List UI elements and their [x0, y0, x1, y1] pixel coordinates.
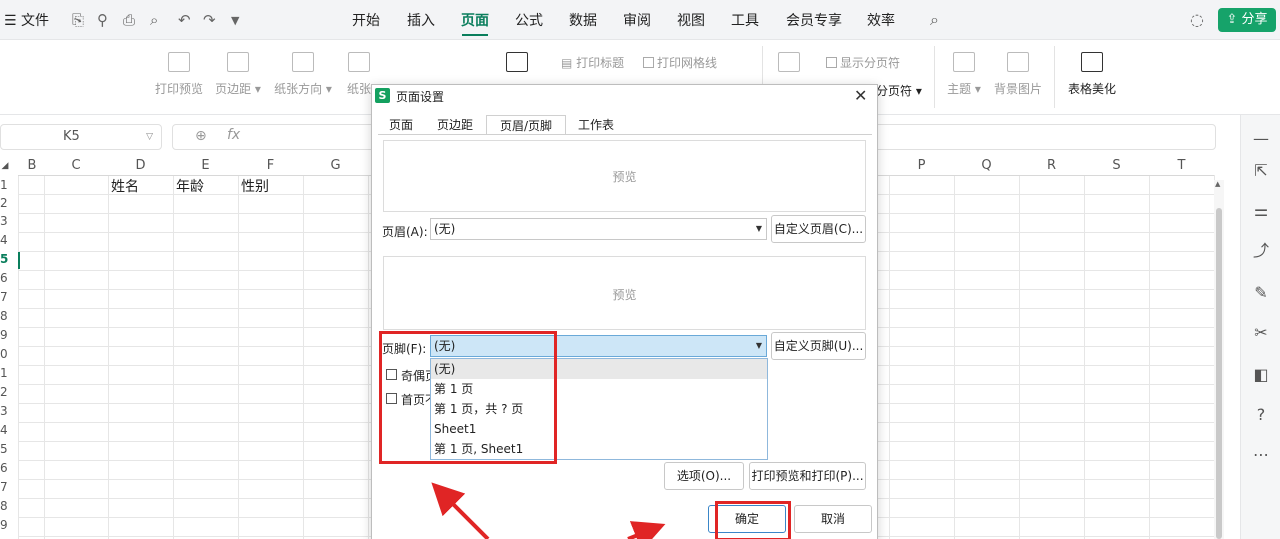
annotation-arrow [627, 521, 666, 539]
annotation-arrows [431, 482, 666, 539]
annotation-arrow [431, 482, 490, 539]
